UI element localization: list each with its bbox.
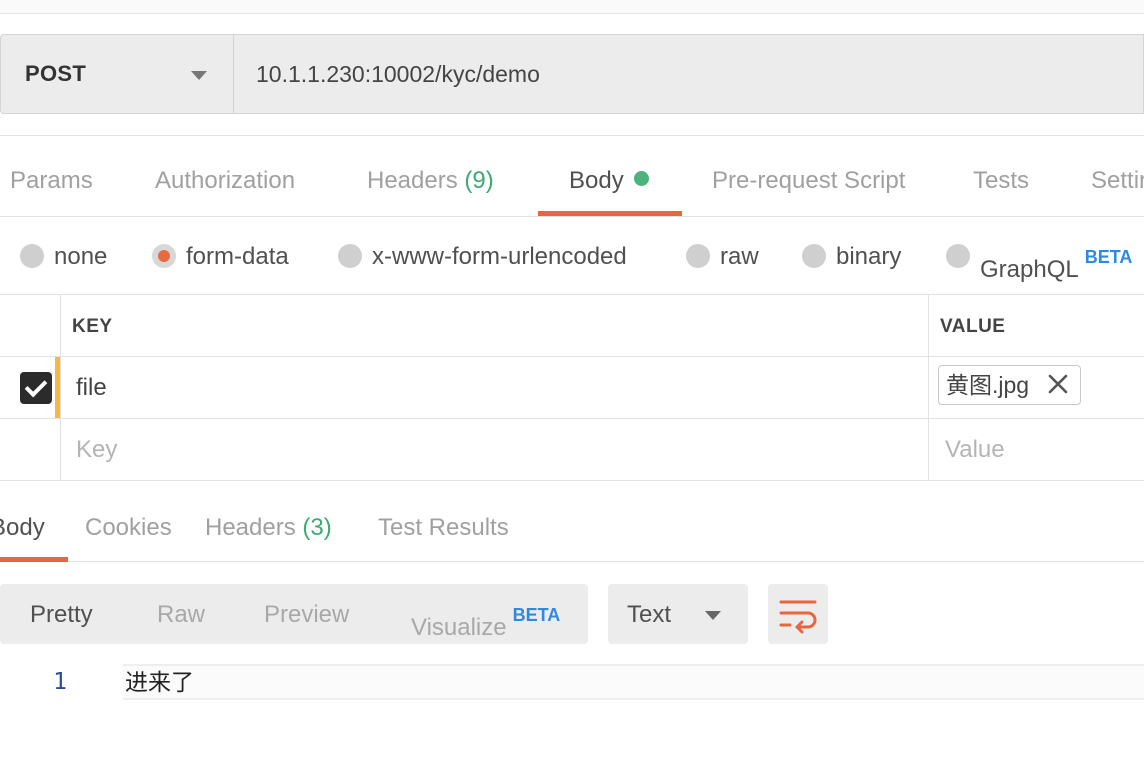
- wrap-lines-button[interactable]: [768, 584, 828, 644]
- radio-button-checked: [152, 244, 176, 268]
- view-visualize-button[interactable]: Visualize BETA: [411, 584, 560, 644]
- value-column-header: VALUE: [940, 316, 1006, 337]
- table-row: file 黄图.jpg: [0, 357, 1144, 419]
- tab-prerequest-script[interactable]: Pre-request Script: [712, 136, 905, 216]
- method-select[interactable]: POST: [0, 34, 234, 114]
- code-text[interactable]: 进来了: [123, 664, 1144, 700]
- radio-button: [802, 244, 826, 268]
- body-type-selector: none form-data x-www-form-urlencoded raw…: [0, 218, 1144, 294]
- top-toolbar-strip: [0, 0, 1144, 14]
- key-input[interactable]: Key: [76, 419, 117, 481]
- radio-label: form-data: [186, 243, 289, 270]
- response-view-mode: Pretty Raw Preview Visualize BETA: [0, 584, 588, 644]
- beta-badge: BETA: [512, 605, 561, 625]
- key-cell[interactable]: file: [76, 357, 107, 419]
- row-enabled-checkbox[interactable]: [20, 372, 52, 404]
- file-name: 黄图.jpg: [946, 372, 1030, 398]
- form-data-table: KEY VALUE file 黄图.jpg Key Value: [0, 295, 1144, 481]
- body-modified-indicator: [633, 171, 649, 186]
- request-bar: POST 10.1.1.230:10002/kyc/demo: [0, 34, 1144, 114]
- value-input[interactable]: Value: [945, 419, 1005, 481]
- tab-test-results[interactable]: Test Results: [378, 482, 509, 562]
- column-divider: [60, 295, 61, 481]
- format-label: Text: [627, 601, 672, 628]
- view-raw-button[interactable]: Raw: [157, 584, 205, 644]
- tab-headers-count: (9): [464, 167, 494, 194]
- divider: [0, 216, 1144, 217]
- table-header-row: KEY VALUE: [0, 295, 1144, 357]
- tab-response-body[interactable]: Body: [0, 482, 45, 562]
- view-preview-button[interactable]: Preview: [264, 584, 349, 644]
- tab-cookies[interactable]: Cookies: [85, 482, 172, 562]
- response-panel: Body Cookies Headers (3) Test Results Pr…: [0, 482, 1144, 760]
- table-row-empty: Key Value: [0, 419, 1144, 481]
- close-icon[interactable]: [1044, 370, 1072, 398]
- key-column-header: KEY: [72, 316, 113, 337]
- tab-authorization[interactable]: Authorization: [155, 136, 295, 216]
- tab-headers-label: Headers: [367, 167, 458, 194]
- column-divider: [928, 295, 929, 481]
- tab-settings[interactable]: Settin: [1091, 136, 1144, 216]
- line-number: 1: [53, 669, 67, 695]
- radio-label: raw: [720, 243, 759, 270]
- tab-body[interactable]: Body: [569, 136, 649, 216]
- response-tabs: Body Cookies Headers (3) Test Results: [0, 482, 1144, 562]
- tab-params[interactable]: Params: [10, 136, 93, 216]
- radio-label: binary: [836, 243, 902, 270]
- beta-badge: BETA: [1084, 247, 1133, 267]
- graphql-label: GraphQL: [980, 256, 1079, 283]
- tab-headers[interactable]: Headers (9): [367, 136, 494, 216]
- view-pretty-button[interactable]: Pretty: [30, 584, 93, 644]
- visualize-label: Visualize: [411, 614, 507, 641]
- response-format-select[interactable]: Text: [608, 584, 748, 644]
- wrap-lines-icon: [779, 600, 817, 634]
- code-line: 1 进来了: [0, 664, 1144, 700]
- tab-response-headers[interactable]: Headers (3): [205, 482, 332, 562]
- chevron-down-icon: [705, 611, 721, 620]
- radio-button: [686, 244, 710, 268]
- method-label: POST: [25, 61, 87, 86]
- file-chip[interactable]: 黄图.jpg: [938, 365, 1081, 405]
- active-tab-indicator: [0, 557, 68, 562]
- radio-button: [338, 244, 362, 268]
- radio-label: none: [54, 243, 108, 270]
- chevron-down-icon: [191, 71, 207, 80]
- tab-body-label: Body: [569, 167, 624, 194]
- request-tabs: Params Authorization Headers (9) Body Pr…: [0, 136, 1144, 216]
- radio-label: x-www-form-urlencoded: [372, 243, 627, 270]
- url-input[interactable]: 10.1.1.230:10002/kyc/demo: [233, 34, 1144, 114]
- tab-response-headers-count: (3): [302, 514, 332, 541]
- radio-button: [946, 244, 970, 268]
- radio-button: [20, 244, 44, 268]
- tab-response-headers-label: Headers: [205, 514, 296, 541]
- tab-tests[interactable]: Tests: [973, 136, 1029, 216]
